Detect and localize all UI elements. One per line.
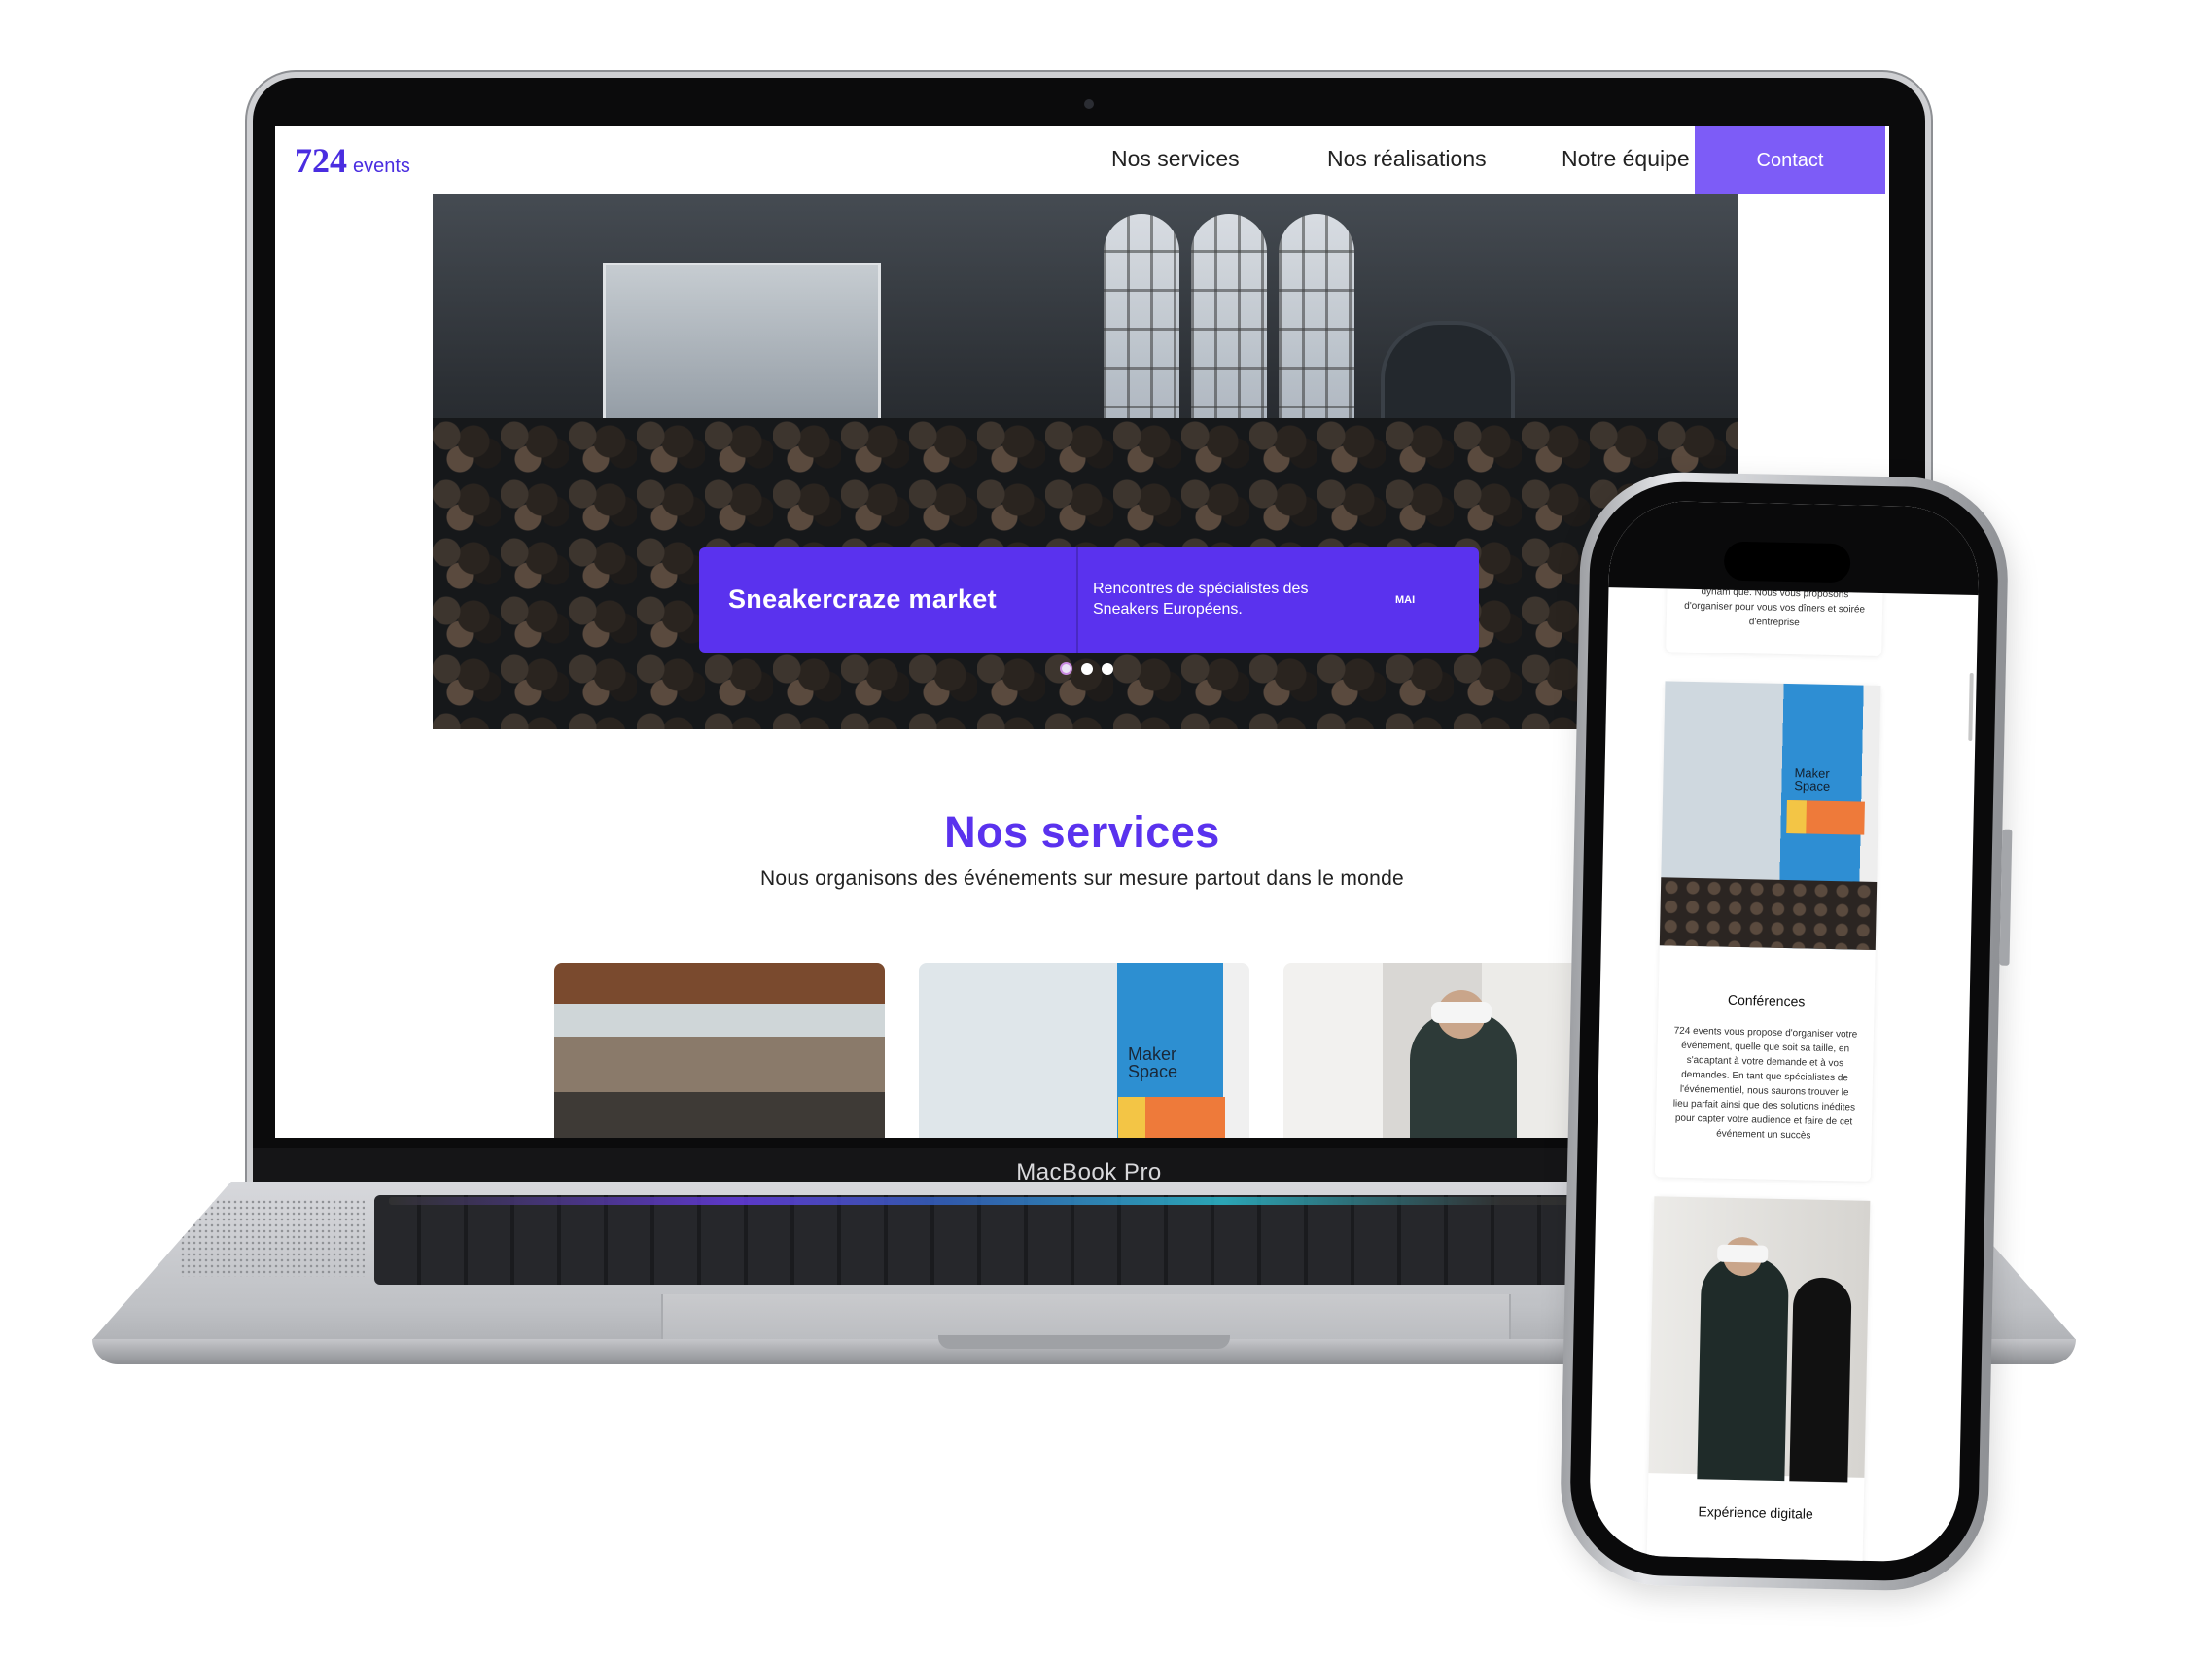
mobile-card-title: Expérience digitale	[1698, 1503, 1813, 1522]
nav-item-services[interactable]: Nos services	[1111, 146, 1240, 172]
logo-text: events	[353, 156, 410, 177]
hall-window	[1279, 214, 1354, 447]
phone-screen: votre soirée d'entreprise, votre mariage…	[1588, 500, 1981, 1563]
slide-description: Rencontres de spécialistes des Sneakers …	[1093, 581, 1309, 618]
slider-dot[interactable]	[1060, 662, 1072, 675]
scrollbar[interactable]	[1968, 672, 1974, 741]
mobile-card-image: Maker Space	[1659, 681, 1881, 950]
vr-headset-icon	[1717, 1244, 1769, 1263]
phone-status-area	[1608, 500, 1981, 596]
second-person	[1789, 1277, 1852, 1483]
service-card-digital[interactable]	[1283, 963, 1614, 1138]
crowd-image	[1659, 877, 1878, 950]
mobile-card-text: 724 events vous propose d'organiser votr…	[1672, 1025, 1858, 1142]
mobile-card-title: Conférences	[1727, 991, 1806, 1009]
slide-card[interactable]: Sneakercraze market Rencontres de spécia…	[699, 547, 1479, 653]
slide-title: Sneakercraze market	[728, 584, 997, 614]
slide-divider	[1076, 547, 1078, 653]
vr-headset-icon	[1431, 1002, 1492, 1023]
nav-item-realisations[interactable]: Nos réalisations	[1327, 146, 1487, 172]
dynamic-island	[1723, 541, 1851, 583]
phone-bezel: votre soirée d'entreprise, votre mariage…	[1568, 479, 2000, 1583]
camera-icon	[1084, 99, 1094, 109]
mobile-service-card-digital[interactable]: Expérience digitale	[1646, 1196, 1871, 1563]
site-header: 724 events Nos services Nos réalisations …	[275, 126, 1889, 194]
speaker-grill	[180, 1199, 365, 1277]
contact-button[interactable]: Contact	[1695, 126, 1885, 194]
slider-pagination	[1060, 662, 1122, 680]
projection-screen	[603, 263, 881, 439]
hero-slider: Sneakercraze market Rencontres de spécia…	[433, 194, 1738, 729]
logo[interactable]: 724 events	[295, 140, 410, 181]
phone-mockup: votre soirée d'entreprise, votre mariage…	[1559, 470, 2013, 1593]
slider-dot[interactable]	[1102, 663, 1113, 675]
nav-item-equipe[interactable]: Notre équipe	[1562, 146, 1690, 172]
logo-number: 724	[295, 141, 347, 180]
slider-dot[interactable]	[1081, 663, 1093, 675]
hall-window	[1191, 214, 1267, 447]
mobile-service-card-conferences[interactable]: Maker Space Conférences 724 events vous p…	[1654, 681, 1881, 1182]
maker-space-sign: Maker Space	[1128, 1044, 1178, 1081]
sign-yellow	[1118, 1097, 1145, 1138]
maker-space-sign: Maker Space	[1794, 765, 1831, 794]
lid-open-notch	[938, 1335, 1230, 1349]
hall-window	[1104, 214, 1179, 447]
vr-person	[1697, 1255, 1790, 1482]
sign-yellow	[1786, 800, 1807, 834]
mobile-card-image	[1648, 1196, 1871, 1483]
slide-month: MAI	[1395, 594, 1416, 606]
service-card-soirees[interactable]	[554, 963, 885, 1138]
service-card-conferences[interactable]: Maker Space	[919, 963, 1249, 1138]
